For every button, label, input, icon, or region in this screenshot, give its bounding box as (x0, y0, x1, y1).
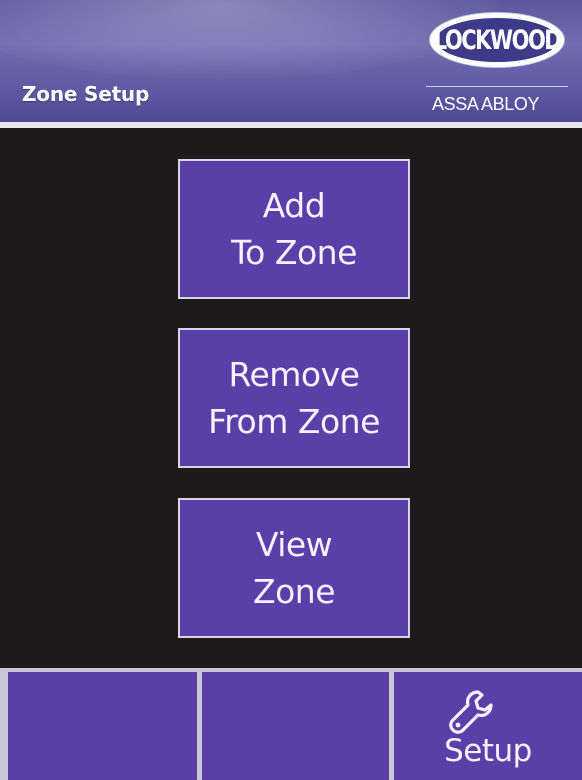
blank-key-2[interactable] (202, 672, 389, 780)
header-sheen (0, 0, 500, 80)
remove-from-zone-label-line2: From Zone (208, 402, 380, 441)
add-to-zone-label-line2: To Zone (231, 233, 357, 272)
wrench-icon (449, 690, 493, 734)
header-divider (0, 122, 582, 128)
brand-logo: LOCKWOOD (430, 13, 564, 67)
remove-from-zone-button[interactable]: Remove From Zone (178, 328, 410, 468)
brand-logo-inner: LOCKWOOD (433, 18, 562, 62)
remove-from-zone-label-line1: Remove (228, 355, 360, 394)
zone-setup-screen: Zone Setup LOCKWOOD ASSA ABLOY Add To Zo… (0, 0, 582, 780)
logo-divider (426, 86, 568, 87)
add-to-zone-button[interactable]: Add To Zone (178, 159, 410, 299)
view-zone-label-line1: View (255, 525, 333, 564)
view-zone-label-line2: Zone (252, 572, 336, 611)
setup-label: Setup (444, 733, 532, 769)
brand-logo-text: LOCKWOOD (433, 25, 562, 55)
view-zone-button[interactable]: View Zone (178, 498, 410, 638)
brand-subtitle: ASSA ABLOY (432, 94, 540, 114)
header-bar: Zone Setup LOCKWOOD ASSA ABLOY (0, 0, 582, 128)
add-to-zone-label-line1: Add (262, 186, 326, 225)
blank-key-1[interactable] (8, 672, 197, 780)
page-title: Zone Setup (22, 82, 150, 106)
